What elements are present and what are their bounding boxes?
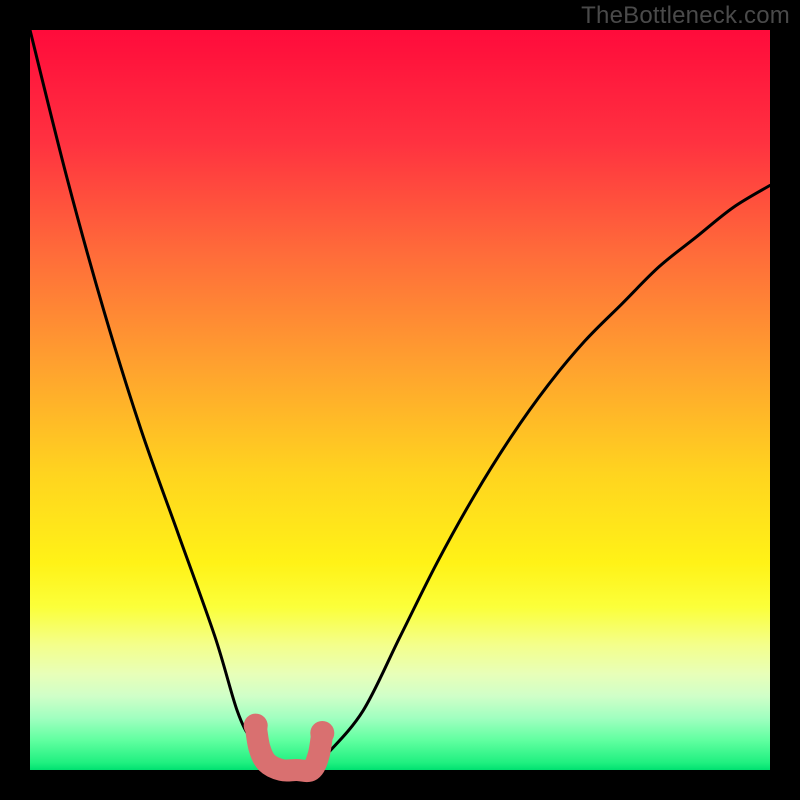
plot-background (30, 30, 770, 770)
chart-container: TheBottleneck.com (0, 0, 800, 800)
bottleneck-chart (0, 0, 800, 800)
valley-marker-end (310, 721, 334, 745)
watermark-text: TheBottleneck.com (581, 2, 790, 30)
valley-marker-end (244, 714, 268, 738)
